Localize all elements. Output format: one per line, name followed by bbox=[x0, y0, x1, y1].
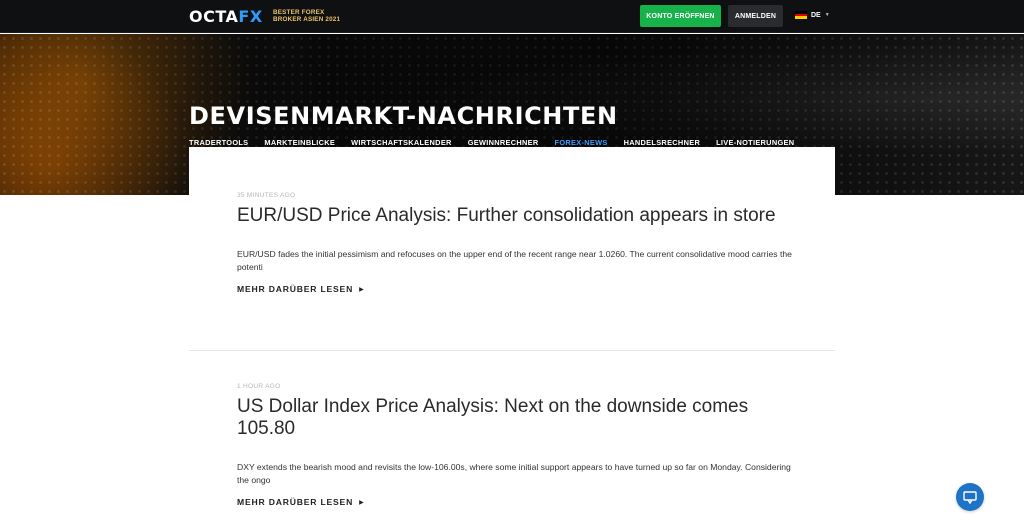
arrow-right-icon: ▶ bbox=[359, 499, 365, 506]
logo-part2: FX bbox=[238, 6, 263, 26]
nav-item-wirtschaftskalender[interactable]: WIRTSCHAFTSKALENDER bbox=[351, 138, 452, 147]
article-excerpt: EUR/USD fades the initial pessimism and … bbox=[237, 249, 792, 272]
language-code: DE bbox=[811, 11, 821, 19]
read-more-link[interactable]: MEHR DARÜBER LESEN ▶ bbox=[237, 284, 797, 294]
award-line1: BESTER FOREX bbox=[273, 9, 325, 16]
open-account-button[interactable]: KONTO ERÖFFNEN bbox=[640, 5, 721, 27]
login-button[interactable]: ANMELDEN bbox=[728, 5, 783, 27]
article-title[interactable]: US Dollar Index Price Analysis: Next on … bbox=[237, 396, 797, 440]
germany-flag-icon bbox=[795, 11, 807, 20]
language-selector[interactable]: DE ▼ bbox=[795, 11, 830, 20]
news-article: 35 MINUTES AGO EUR/USD Price Analysis: F… bbox=[237, 192, 797, 294]
article-title[interactable]: EUR/USD Price Analysis: Further consolid… bbox=[237, 205, 797, 227]
chevron-down-icon: ▼ bbox=[824, 12, 830, 18]
logo-part1: OCTA bbox=[189, 6, 239, 26]
article-excerpt: DXY extends the bearish mood and revisit… bbox=[237, 462, 791, 485]
news-article: 1 HOUR AGO US Dollar Index Price Analysi… bbox=[237, 383, 797, 507]
article-time: 1 HOUR AGO bbox=[237, 383, 281, 390]
chat-icon bbox=[963, 490, 977, 504]
chat-button[interactable] bbox=[956, 483, 984, 511]
nav-item-gewinnrechner[interactable]: GEWINNRECHNER bbox=[468, 138, 539, 147]
read-more-label: MEHR DARÜBER LESEN bbox=[237, 284, 354, 294]
octafx-logo[interactable]: OCTAFX bbox=[189, 6, 263, 26]
nav-item-markteinblicke[interactable]: MARKTEINBLICKE bbox=[264, 138, 335, 147]
page-title: DEVISENMARKT-NACHRICHTEN bbox=[189, 102, 618, 130]
read-more-link[interactable]: MEHR DARÜBER LESEN ▶ bbox=[237, 497, 797, 507]
news-list: 35 MINUTES AGO EUR/USD Price Analysis: F… bbox=[189, 147, 835, 520]
award-badge: BESTER FOREX BROKER ASIEN 2021 bbox=[273, 9, 340, 23]
read-more-label: MEHR DARÜBER LESEN bbox=[237, 497, 354, 507]
nav-item-forex-news[interactable]: FOREX-NEWS bbox=[555, 138, 608, 147]
nav-item-live-notierungen[interactable]: LIVE-NOTIERUNGEN bbox=[716, 138, 794, 147]
top-bar: OCTAFX BESTER FOREX BROKER ASIEN 2021 KO… bbox=[0, 0, 1024, 33]
nav-item-handelsrechner[interactable]: HANDELSRECHNER bbox=[624, 138, 700, 147]
award-line2: BROKER ASIEN 2021 bbox=[273, 16, 341, 24]
article-time: 35 MINUTES AGO bbox=[237, 192, 296, 199]
arrow-right-icon: ▶ bbox=[359, 286, 365, 293]
nav-item-tradertools[interactable]: TRADERTOOLS bbox=[189, 138, 248, 147]
article-divider bbox=[189, 350, 835, 351]
